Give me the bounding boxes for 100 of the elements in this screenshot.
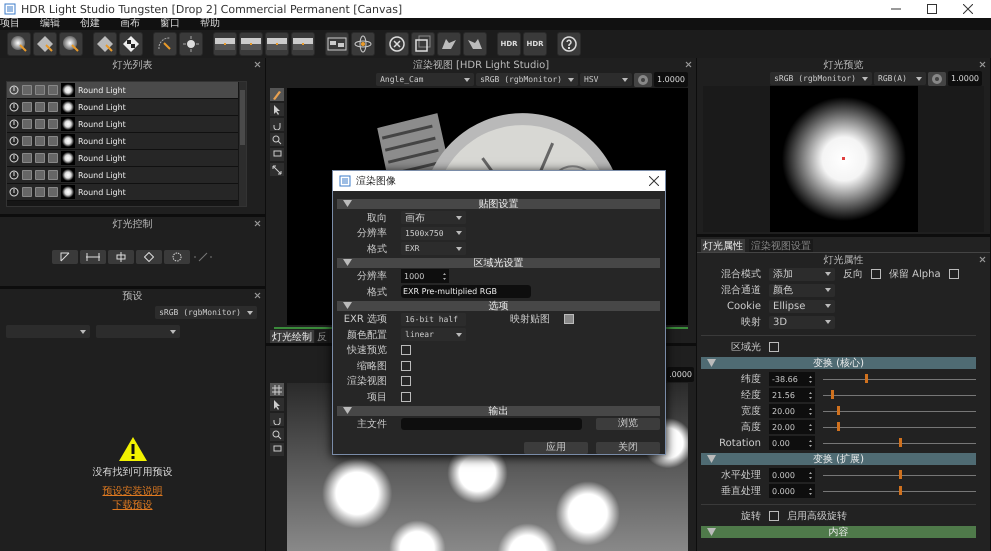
scale-icon[interactable] — [192, 250, 214, 264]
exposure-field[interactable]: .0000 — [667, 367, 694, 382]
power-icon[interactable] — [9, 119, 19, 129]
menu-item[interactable]: 项目 — [0, 18, 20, 30]
toolbar-button[interactable] — [213, 32, 237, 56]
tab[interactable]: 灯光属性 — [701, 239, 745, 252]
toolbar-button[interactable] — [325, 32, 349, 56]
checkbox[interactable] — [871, 269, 881, 279]
maximize-icon[interactable] — [927, 4, 937, 14]
light-list-item[interactable]: Round Light — [7, 116, 238, 133]
power-icon[interactable] — [9, 187, 19, 197]
select-tool[interactable] — [270, 103, 284, 116]
toolbar-button[interactable] — [351, 32, 375, 56]
menu-item[interactable]: 窗口 — [160, 18, 180, 30]
close-icon[interactable] — [979, 61, 986, 68]
slider-thumb[interactable] — [831, 390, 834, 399]
tab[interactable]: 反 — [315, 330, 329, 342]
close-icon[interactable] — [685, 61, 692, 68]
browse-button[interactable]: 浏览 — [596, 418, 660, 430]
dropdown[interactable]: sRGB (rgbMonitor) — [155, 306, 257, 319]
link[interactable]: 下载预设 — [112, 500, 152, 511]
light-list-item[interactable]: Round Light — [7, 133, 238, 150]
slider-thumb[interactable] — [837, 406, 840, 415]
slider[interactable] — [823, 421, 976, 433]
aperture-icon[interactable] — [928, 72, 946, 86]
toolbar-button[interactable] — [291, 32, 315, 56]
dropdown[interactable]: linear — [401, 328, 466, 342]
light-list-item[interactable]: Round Light — [7, 82, 238, 99]
section-header[interactable]: 变换 (扩展) — [701, 453, 976, 465]
dropdown[interactable]: sRGB (rgbMonitor) — [770, 72, 872, 85]
light-control-button[interactable] — [108, 250, 134, 264]
light-control-button[interactable] — [164, 250, 190, 264]
toolbar-button[interactable] — [59, 32, 83, 56]
zoom-tool[interactable] — [270, 133, 284, 146]
slider-thumb[interactable] — [837, 422, 840, 431]
region-tool[interactable] — [270, 148, 284, 161]
input-field[interactable]: EXR Pre-multiplied RGB — [401, 285, 531, 298]
light-control-button[interactable] — [80, 250, 106, 264]
section-header[interactable]: 贴图设置 — [337, 199, 660, 209]
dropdown[interactable]: EXR — [401, 242, 466, 256]
slider[interactable] — [823, 405, 976, 417]
section-header[interactable]: 输出 — [337, 406, 660, 416]
dropdown[interactable]: 画布 — [401, 211, 466, 224]
toolbar-button[interactable] — [265, 32, 289, 56]
toolbar-button[interactable] — [119, 32, 143, 56]
number-field[interactable]: 0.000 — [769, 468, 815, 482]
tab[interactable]: 渲染视图设置 — [749, 239, 813, 252]
toolbar-button[interactable] — [437, 32, 461, 56]
checkbox[interactable] — [401, 392, 411, 402]
checkbox[interactable] — [401, 360, 411, 371]
number-field[interactable]: 0.000 — [769, 484, 815, 498]
number-field[interactable]: 20.00 — [769, 420, 815, 434]
slider-thumb[interactable] — [898, 438, 902, 447]
power-icon[interactable] — [9, 170, 19, 180]
close-icon[interactable] — [254, 61, 261, 68]
exposure-field[interactable]: 1.0000 — [654, 72, 688, 87]
slider[interactable] — [823, 437, 976, 449]
slider[interactable] — [823, 485, 976, 497]
power-icon[interactable] — [9, 153, 19, 163]
dialog-button[interactable]: 应用 — [524, 442, 588, 454]
section-header[interactable]: 内容 — [701, 526, 976, 538]
number-field[interactable]: 1000 — [401, 269, 449, 284]
slider[interactable] — [823, 389, 976, 401]
toolbar-button[interactable] — [179, 32, 203, 56]
toolbar-button[interactable] — [463, 32, 487, 56]
close-icon[interactable] — [979, 256, 986, 263]
checkbox[interactable] — [948, 269, 959, 279]
number-field[interactable]: 0.00 — [769, 436, 815, 450]
power-icon[interactable] — [9, 102, 19, 112]
toolbar-button[interactable] — [411, 32, 435, 56]
section-header[interactable]: 选项 — [337, 300, 660, 310]
close-icon[interactable] — [963, 4, 973, 14]
dropdown[interactable]: 添加 — [769, 268, 835, 280]
slider-thumb[interactable] — [898, 470, 902, 479]
dialog-button[interactable]: 关闭 — [596, 442, 660, 454]
input-field[interactable] — [401, 418, 582, 430]
dropdown[interactable]: HSV — [580, 73, 632, 86]
dropdown[interactable]: 16-bit half — [401, 312, 466, 326]
menu-item[interactable]: 画布 — [120, 18, 140, 30]
toolbar-button[interactable] — [385, 32, 409, 56]
menu-item[interactable]: 帮助 — [200, 18, 220, 30]
number-field[interactable]: 20.00 — [769, 404, 815, 418]
toolbar-button[interactable] — [153, 32, 177, 56]
dropdown[interactable]: 3D — [769, 316, 835, 328]
checkbox[interactable] — [564, 314, 574, 324]
toolbar-button[interactable] — [93, 32, 117, 56]
fit-tool[interactable] — [270, 163, 284, 176]
checkbox[interactable] — [769, 511, 779, 521]
checkbox[interactable] — [769, 342, 779, 352]
checkbox[interactable] — [401, 376, 411, 386]
slider-thumb[interactable] — [864, 374, 868, 383]
power-icon[interactable] — [9, 85, 19, 95]
slider-thumb[interactable] — [898, 486, 902, 495]
light-list-item[interactable]: Round Light — [7, 99, 238, 116]
toolbar-button[interactable] — [557, 32, 581, 56]
dropdown[interactable]: sRGB (rgbMonitor) — [476, 73, 578, 86]
dropdown[interactable]: 颜色 — [769, 284, 835, 296]
dropdown[interactable]: 1500x750 — [401, 226, 466, 240]
aperture-icon[interactable] — [634, 72, 652, 86]
checkbox[interactable] — [401, 345, 411, 356]
